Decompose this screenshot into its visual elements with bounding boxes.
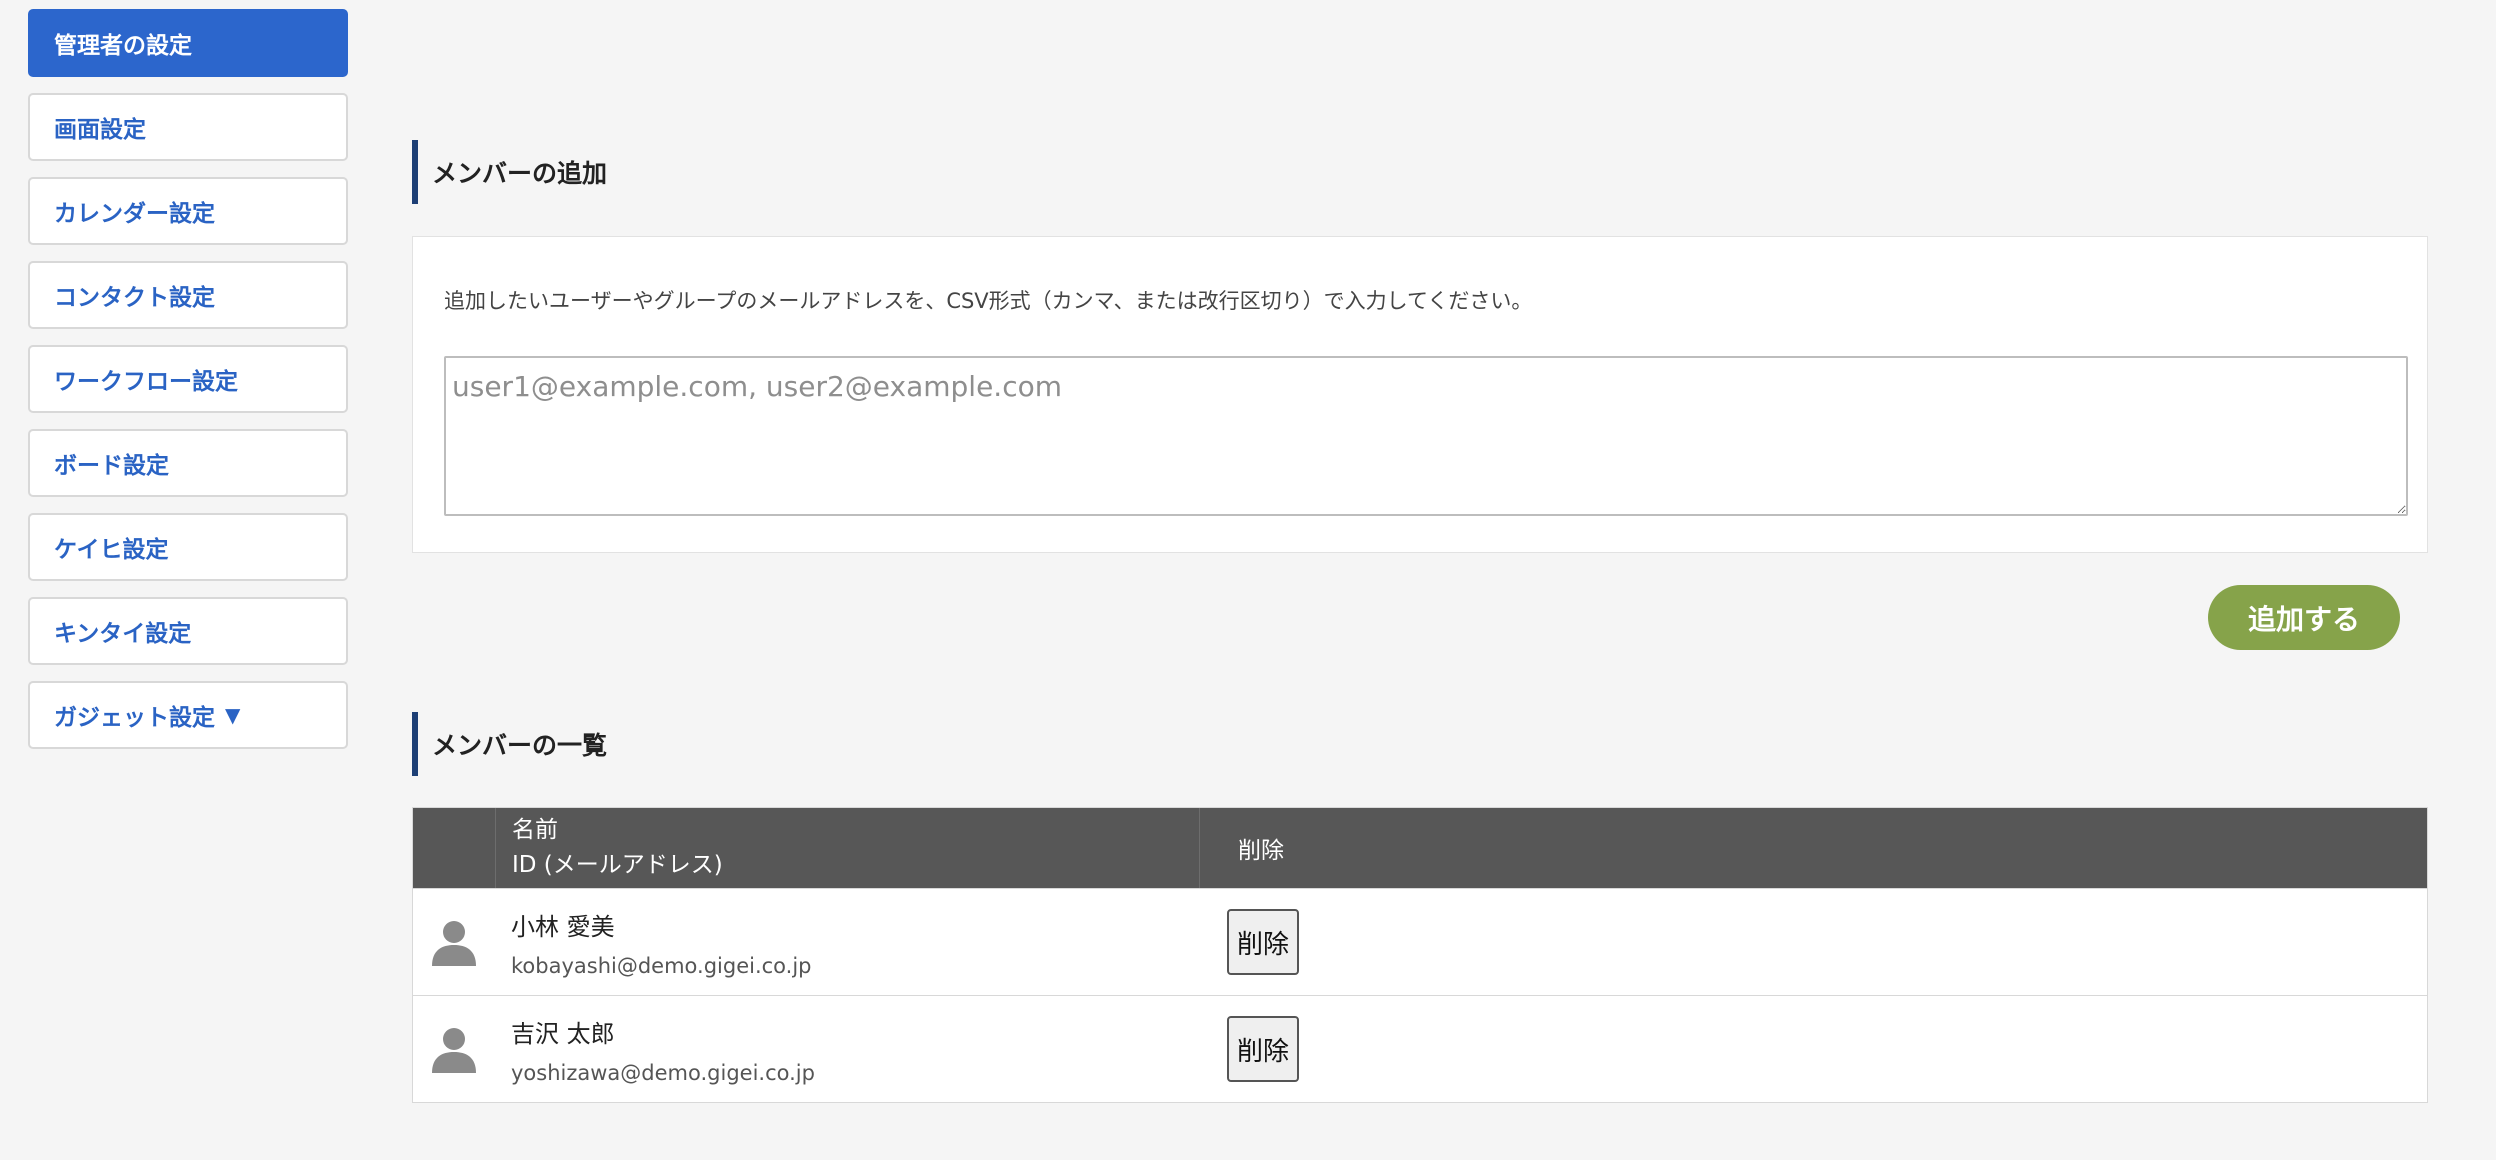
avatar [413,916,495,968]
sidebar-item-workflow-settings[interactable]: ワークフロー設定 [28,345,348,413]
delete-member-button[interactable]: 削除 [1227,909,1299,975]
add-member-section-title: メンバーの追加 [412,140,607,204]
member-email: yoshizawa@demo.gigei.co.jp [511,1060,815,1085]
delete-cell: 削除 [1199,909,1299,975]
member-emails-input[interactable] [444,356,2408,516]
sidebar: 管理者の設定 画面設定 カレンダー設定 コンタクト設定 ワークフロー設定 ボード… [28,9,348,765]
sidebar-item-calendar-settings[interactable]: カレンダー設定 [28,177,348,245]
add-member-panel: 追加したいユーザーやグループのメールアドレスを、CSV形式（カンマ、または改行区… [412,236,2428,553]
sidebar-item-contact-settings[interactable]: コンタクト設定 [28,261,348,329]
name-column-header: 名前 ID (メールアドレス) [496,808,1200,888]
user-icon [432,1028,476,1073]
name-header-label: 名前 [512,817,558,843]
member-name: 吉沢 太郎 [511,1019,615,1048]
sidebar-item-board-settings[interactable]: ボード設定 [28,429,348,497]
add-member-description: 追加したいユーザーやグループのメールアドレスを、CSV形式（カンマ、または改行区… [444,289,1533,313]
sidebar-item-label: ケイヒ設定 [54,537,169,563]
avatar-column-header [413,808,496,888]
sidebar-item-label: ボード設定 [54,453,169,479]
member-table: 名前 ID (メールアドレス) 削除 小林 愛美 kobayashi@demo.… [412,807,2428,1103]
delete-cell: 削除 [1199,1016,1299,1082]
table-row: 吉沢 太郎 yoshizawa@demo.gigei.co.jp 削除 [413,995,2427,1102]
table-header: 名前 ID (メールアドレス) 削除 [413,808,2427,888]
sidebar-item-label: ワークフロー設定 [54,369,238,395]
sidebar-item-expense-settings[interactable]: ケイヒ設定 [28,513,348,581]
member-list-section-title: メンバーの一覧 [412,712,607,776]
user-icon [432,921,476,966]
sidebar-item-label: ガジェット設定 [54,705,215,731]
id-header-label: ID (メールアドレス) [512,852,723,878]
sidebar-item-label: 管理者の設定 [54,33,192,59]
sidebar-item-attendance-settings[interactable]: キンタイ設定 [28,597,348,665]
add-member-button[interactable]: 追加する [2208,585,2400,650]
sidebar-item-screen-settings[interactable]: 画面設定 [28,93,348,161]
member-name: 小林 愛美 [511,912,615,941]
sidebar-item-gadget-settings[interactable]: ガジェット設定 ▼ [28,681,348,749]
member-info: 小林 愛美 kobayashi@demo.gigei.co.jp [495,907,1199,978]
caret-down-icon: ▼ [225,703,241,727]
delete-member-button[interactable]: 削除 [1227,1016,1299,1082]
sidebar-item-admin-settings[interactable]: 管理者の設定 [28,9,348,77]
delete-column-header: 削除 [1238,838,1284,864]
member-email: kobayashi@demo.gigei.co.jp [511,953,812,978]
member-info: 吉沢 太郎 yoshizawa@demo.gigei.co.jp [495,1014,1199,1085]
sidebar-item-label: コンタクト設定 [54,285,215,311]
sidebar-item-label: カレンダー設定 [54,201,215,227]
table-row: 小林 愛美 kobayashi@demo.gigei.co.jp 削除 [413,888,2427,995]
avatar [413,1023,495,1075]
sidebar-item-label: 画面設定 [54,117,146,143]
sidebar-item-label: キンタイ設定 [54,621,192,647]
